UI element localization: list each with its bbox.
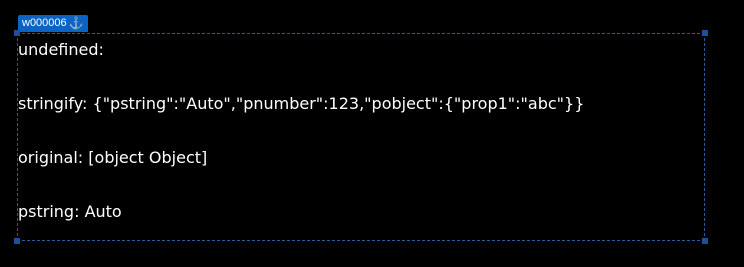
stringify-line: stringify: {"pstring":"Auto","pnumber":1… [18,94,585,113]
resize-handle-top-right[interactable] [702,30,708,36]
original-line: original: [object Object] [18,148,208,167]
resize-handle-bottom-left[interactable] [14,238,20,244]
resize-handle-bottom-right[interactable] [702,238,708,244]
widget-id-label: w000006 [22,17,67,29]
undefined-line: undefined: [18,40,104,59]
anchor-icon[interactable]: ⚓ [69,15,84,32]
widget-id-tag[interactable]: w000006 ⚓ [18,15,88,32]
pstring-line: pstring: Auto [18,202,122,221]
widget-content: undefined: stringify: {"pstring":"Auto",… [18,36,698,225]
